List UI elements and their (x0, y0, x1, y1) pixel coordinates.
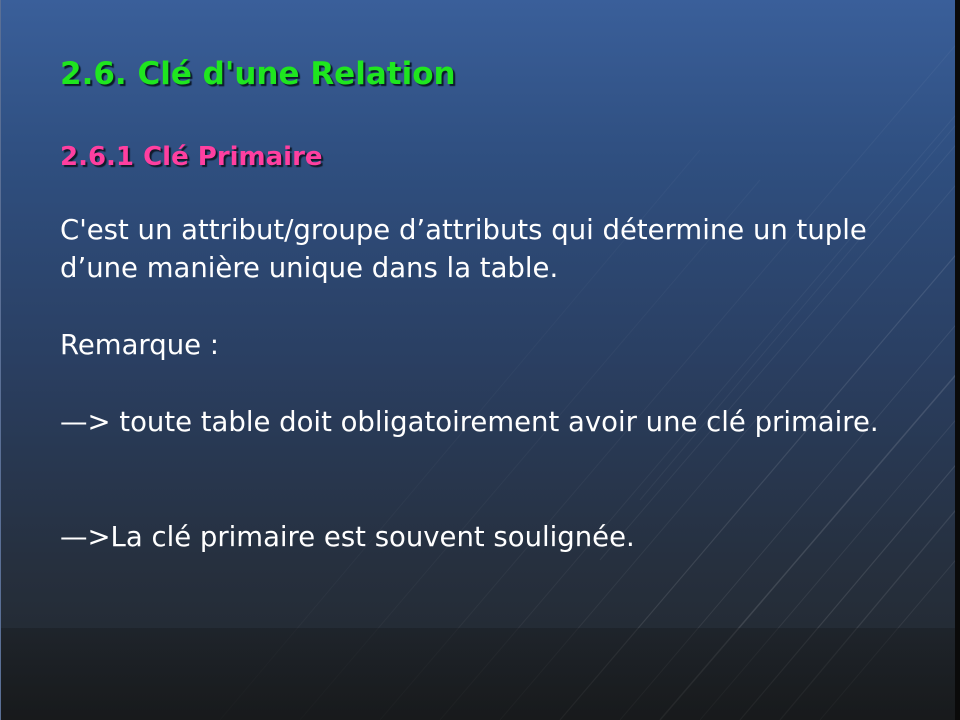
bottom-shadow-band (0, 628, 960, 720)
definition-text: C'est un attribut/groupe d’attributs qui… (60, 214, 867, 284)
slide-title: 2.6. Clé d'une Relation (60, 56, 456, 92)
remark-item-2: —>La clé primaire est souvent soulignée. (60, 521, 635, 553)
right-edge-bar (955, 0, 960, 720)
remark-item-1: —> toute table doit obligatoirement avoi… (60, 406, 879, 438)
slide-background: 2.6. Clé d'une Relation 2.6.1 Clé Primai… (0, 0, 960, 720)
slide-subtitle: 2.6.1 Clé Primaire (60, 142, 323, 172)
remark-label: Remarque : (60, 329, 220, 361)
left-edge-line (0, 0, 1, 720)
